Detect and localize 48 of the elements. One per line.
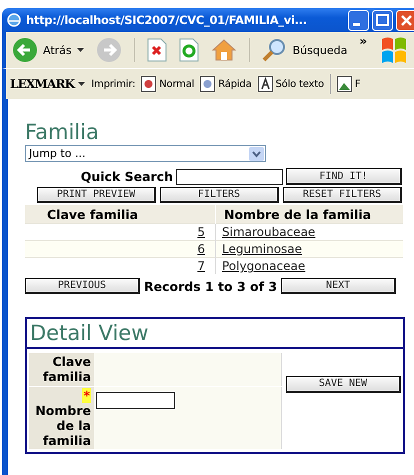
text-document-icon[interactable]: [258, 76, 272, 92]
column-header: Clave familia: [47, 206, 138, 222]
window-title: http://localhost/SIC2007/CVC_01/FAMILIA_vi...: [26, 13, 308, 27]
record-key-link[interactable]: 7: [197, 259, 205, 273]
previous-button[interactable]: PREVIOUS: [25, 278, 140, 294]
document-icon[interactable]: [200, 76, 216, 92]
toolbar-label[interactable]: Búsqueda: [292, 44, 348, 56]
minimize-icon[interactable]: [348, 10, 369, 30]
next-button[interactable]: NEXT: [281, 278, 396, 294]
toolbar-label[interactable]: Atrás: [43, 44, 72, 56]
page-title: Familia: [25, 119, 100, 145]
field-label: Clave familia: [42, 354, 91, 384]
print-option[interactable]: Rápida: [218, 78, 252, 90]
close-icon[interactable]: [396, 10, 414, 30]
name-input-field[interactable]: [96, 392, 175, 409]
maximize-icon[interactable]: [372, 10, 393, 30]
record-key-link[interactable]: 6: [197, 242, 205, 256]
browser-icon: [6, 12, 22, 28]
jump-to-dropdown[interactable]: Jump to ...: [25, 145, 266, 162]
record-name-link[interactable]: Simaroubaceae: [222, 225, 316, 239]
toolbar-button[interactable]: PRINT PREVIEW: [37, 187, 156, 203]
overflow-chevron[interactable]: »: [359, 34, 368, 48]
print-label: Imprimir:: [91, 78, 136, 90]
toolbar-button[interactable]: FILTERS: [160, 187, 279, 203]
quick-search-label: Quick Search: [80, 169, 173, 184]
section-title: Detail View: [27, 319, 403, 349]
quick-search-field[interactable]: [176, 168, 283, 184]
print-option[interactable]: Normal: [159, 78, 194, 90]
toolbar-button[interactable]: RESET FILTERS: [283, 187, 402, 203]
stop-icon[interactable]: [146, 38, 167, 62]
picture-document-icon[interactable]: [336, 76, 352, 92]
required-mark: *: [82, 388, 91, 403]
records-status: Records 1 to 3 of 3: [144, 278, 278, 294]
record-key-link[interactable]: 5: [197, 225, 205, 239]
brand-logo[interactable]: LEXMARK: [10, 77, 74, 91]
house-icon[interactable]: [210, 38, 237, 62]
find-button[interactable]: FIND IT!: [286, 168, 402, 185]
caret-icon[interactable]: [76, 48, 84, 52]
refresh-icon[interactable]: [178, 38, 199, 62]
save-new-button[interactable]: SAVE NEW: [286, 376, 401, 392]
document-icon[interactable]: [141, 76, 156, 92]
print-option[interactable]: Sólo texto: [276, 78, 324, 90]
record-name-link[interactable]: Polygonaceae: [222, 259, 306, 273]
column-header: Nombre de la familia: [224, 206, 372, 222]
print-option[interactable]: F: [354, 78, 360, 90]
search-icon[interactable]: [262, 38, 288, 62]
caret-icon[interactable]: [78, 82, 86, 86]
field-label: Nombre de la familia: [35, 403, 91, 448]
